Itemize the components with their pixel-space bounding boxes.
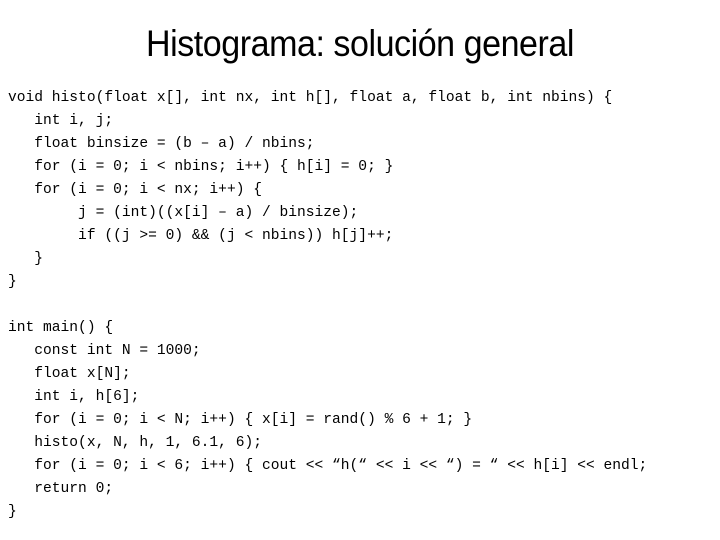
- code-line-declare-h: int i, h[6];: [8, 389, 140, 405]
- code-line-main-signature: int main() {: [8, 320, 114, 336]
- slide-title: Histograma: solución general: [145, 23, 574, 64]
- code-block: void histo(float x[], int nx, int h[], f…: [8, 87, 720, 524]
- code-line-random-fill: for (i = 0; i < N; i++) { x[i] = rand() …: [8, 412, 473, 428]
- code-line-fill-loop: for (i = 0; i < nx; i++) {: [8, 182, 262, 198]
- code-line-close-histo: }: [8, 274, 17, 290]
- code-line-compute-bin: j = (int)((x[i] – a) / binsize);: [8, 205, 359, 221]
- code-line-increment-bin: if ((j >= 0) && (j < nbins)) h[j]++;: [8, 228, 394, 244]
- code-line-binsize: float binsize = (b – a) / nbins;: [8, 136, 315, 152]
- code-line-declare-x: float x[N];: [8, 366, 131, 382]
- code-line-reset-loop: for (i = 0; i < nbins; i++) { h[i] = 0; …: [8, 159, 394, 175]
- code-line-histo-signature: void histo(float x[], int nx, int h[], f…: [8, 90, 613, 106]
- code-line-close-main: }: [8, 504, 17, 520]
- code-line-call-histo: histo(x, N, h, 1, 6.1, 6);: [8, 435, 262, 451]
- code-line-close-loop: }: [8, 251, 44, 267]
- code-line-print-loop: for (i = 0; i < 6; i++) { cout << “h(“ <…: [8, 458, 648, 474]
- code-line-declare-ij: int i, j;: [8, 113, 114, 129]
- code-line-const-n: const int N = 1000;: [8, 343, 201, 359]
- code-line-return: return 0;: [8, 481, 114, 497]
